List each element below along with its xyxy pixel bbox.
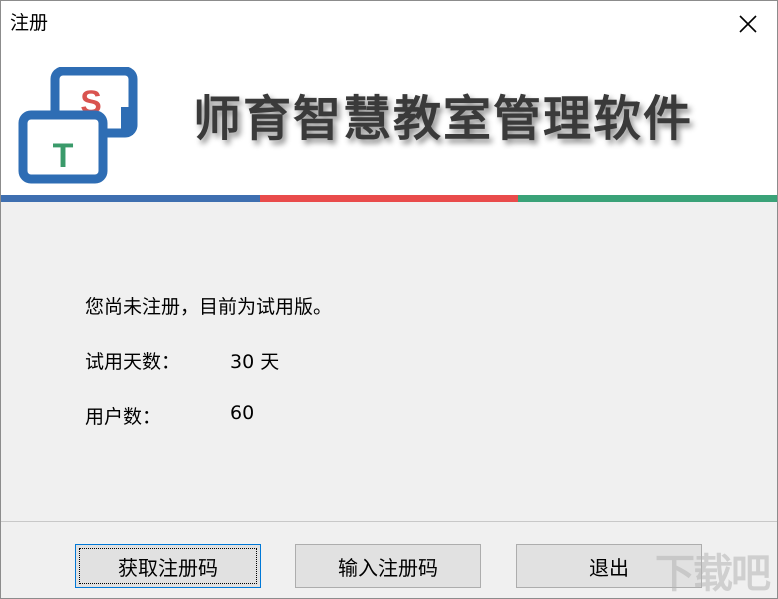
window-title: 注册 — [10, 12, 49, 34]
watermark: 下载吧 — [655, 551, 771, 597]
close-icon — [739, 15, 757, 33]
registration-status: 您尚未注册，目前为试用版。 — [85, 296, 333, 318]
exit-label: 退出 — [589, 555, 629, 580]
color-stripe — [1, 195, 777, 202]
app-logo-icon: S T — [18, 67, 138, 184]
divider — [1, 521, 777, 522]
trial-days-value: 30 天 — [230, 351, 280, 373]
close-button[interactable] — [719, 1, 777, 47]
title-bar: 注册 — [1, 1, 777, 47]
stripe-green — [518, 195, 777, 202]
users-label: 用户数： — [85, 406, 162, 428]
logo-t-letter: T — [53, 137, 74, 175]
users-value: 60 — [230, 402, 255, 424]
banner: S T 师育智慧教室管理软件 — [1, 47, 777, 195]
enter-registration-code-button[interactable]: 输入注册码 — [295, 544, 481, 588]
register-dialog: 注册 S T 师育智慧教室管理软件 您尚未注册，目前为试用版。 试用天数： 30… — [0, 0, 778, 599]
trial-days-label: 试用天数： — [85, 351, 181, 373]
stripe-red — [259, 195, 519, 202]
app-name-heading: 师育智慧教室管理软件 — [193, 91, 694, 147]
info-panel: 您尚未注册，目前为试用版。 试用天数： 30 天 用户数： 60 — [1, 202, 777, 522]
get-code-label: 获取注册码 — [118, 555, 218, 580]
get-registration-code-button[interactable]: 获取注册码 — [75, 544, 261, 588]
enter-code-label: 输入注册码 — [338, 555, 438, 580]
stripe-blue — [1, 195, 260, 202]
